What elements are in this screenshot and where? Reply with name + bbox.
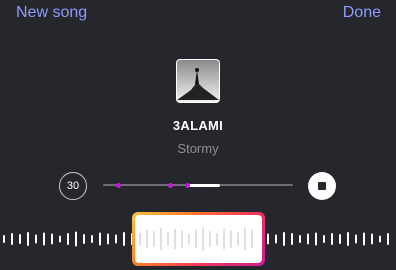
- waveform-bar: [160, 227, 162, 251]
- progress-fill: [187, 183, 220, 187]
- done-button[interactable]: Done: [343, 4, 381, 22]
- duration-button[interactable]: 30: [59, 172, 87, 200]
- stop-button[interactable]: [308, 172, 336, 200]
- waveform-bar: [323, 235, 325, 243]
- waveform-bar: [195, 229, 197, 249]
- waveform-bar: [363, 232, 365, 246]
- waveform-bar: [244, 227, 246, 251]
- waveform-bar: [230, 230, 232, 248]
- waveform-bar: [291, 233, 293, 245]
- waveform-bar: [379, 235, 381, 243]
- waveform-bar: [91, 235, 93, 243]
- stop-icon: [318, 182, 326, 190]
- waveform-bar: [19, 234, 21, 244]
- waveform-bar: [371, 233, 373, 245]
- waveform-bar: [107, 233, 109, 245]
- clip-selector-window: [135, 215, 262, 263]
- waveform-bar: [43, 232, 45, 246]
- waveform-bar: [11, 233, 13, 245]
- waveform-bar: [99, 232, 101, 246]
- waveform-bar: [216, 232, 218, 246]
- waveform-bar: [3, 235, 5, 243]
- waveform-bar: [188, 233, 190, 245]
- waveform-bar: [181, 230, 183, 248]
- waveform-bar: [339, 234, 341, 244]
- new-song-button[interactable]: New song: [16, 4, 87, 22]
- song-title: Stormy: [177, 141, 219, 156]
- waveform-bar: [387, 233, 389, 245]
- marker-dot: [168, 182, 173, 188]
- marker-dot: [116, 182, 121, 188]
- waveform-bar: [139, 232, 141, 246]
- waveform-bar: [299, 235, 301, 243]
- waveform-bar: [27, 232, 29, 246]
- waveform-bar: [223, 228, 225, 250]
- waveform-bar: [67, 233, 69, 245]
- clip-selector[interactable]: [132, 212, 265, 266]
- artist-name: 3ALAMI: [172, 118, 224, 133]
- album-cover: [177, 60, 219, 102]
- waveform-bar: [275, 234, 277, 244]
- waveform-bar: [307, 233, 309, 245]
- waveform-bar: [331, 233, 333, 245]
- waveform-bar: [123, 232, 125, 246]
- waveform-bar: [51, 233, 53, 245]
- waveform-bar: [146, 229, 148, 249]
- marker-dot: [185, 182, 190, 188]
- waveform-bar: [174, 228, 176, 250]
- waveform-bar: [153, 231, 155, 247]
- waveform-bar: [267, 233, 269, 245]
- waveform-bar: [59, 235, 61, 243]
- waveform-bar: [83, 234, 85, 244]
- waveform-bar: [347, 232, 349, 246]
- waveform-bar: [315, 232, 317, 246]
- waveform-bar: [75, 231, 77, 247]
- waveform-bar: [237, 231, 239, 247]
- waveform-bar: [35, 234, 37, 244]
- waveform-bar: [115, 234, 117, 244]
- waveform-bar: [209, 231, 211, 247]
- waveform-bar: [283, 232, 285, 246]
- waveform-bar: [251, 229, 253, 249]
- waveform-bar: [202, 227, 204, 251]
- waveform-bar: [355, 234, 357, 244]
- waveform-bar: [167, 231, 169, 247]
